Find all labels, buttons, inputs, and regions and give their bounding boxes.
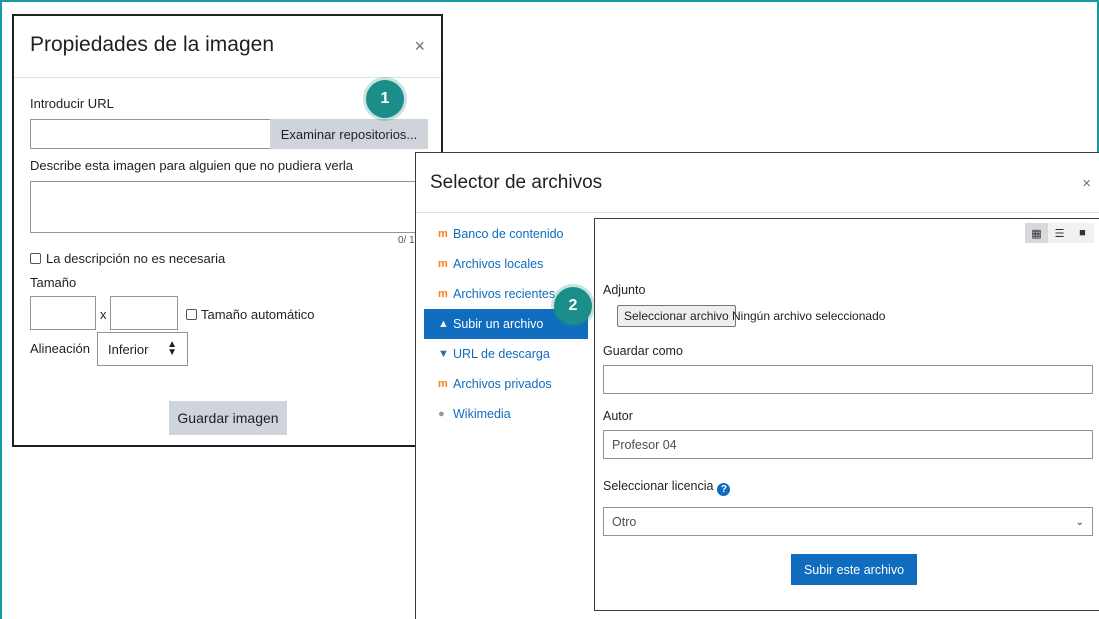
size-separator: x <box>100 307 107 322</box>
size-label: Tamaño <box>30 275 77 290</box>
url-input[interactable] <box>30 119 272 149</box>
license-select-value: Otro <box>612 514 637 529</box>
repo-label: Archivos locales <box>453 257 544 271</box>
attachment-label: Adjunto <box>603 283 646 297</box>
moodle-icon: m <box>438 258 448 270</box>
save-as-label: Guardar como <box>603 344 683 358</box>
repo-wikimedia[interactable]: ● Wikimedia <box>424 399 588 429</box>
save-image-button[interactable]: Guardar imagen <box>169 401 287 435</box>
moodle-icon: m <box>438 288 448 300</box>
upload-icon: ▲ <box>438 318 449 330</box>
choose-file-button[interactable]: Seleccionar archivo <box>617 305 736 327</box>
author-label: Autor <box>603 409 633 423</box>
moodle-icon: m <box>438 228 448 240</box>
folder-view-icon[interactable]: ■ <box>1071 223 1094 243</box>
list-view-icon[interactable]: ☰ <box>1048 223 1071 243</box>
author-input[interactable]: Profesor 04 <box>603 430 1093 459</box>
save-as-input[interactable] <box>603 365 1093 394</box>
step-badge-2: 2 <box>554 287 592 325</box>
repo-url-download[interactable]: ▼ URL de descarga <box>424 339 588 369</box>
moodle-icon: m <box>438 378 448 390</box>
description-not-needed-label: La descripción no es necesaria <box>46 251 226 266</box>
repo-label: Archivos recientes <box>453 287 556 301</box>
grid-view-icon[interactable]: ▦ <box>1025 223 1048 243</box>
alignment-select-value: Inferior <box>108 341 149 357</box>
upload-file-button[interactable]: Subir este archivo <box>791 554 917 585</box>
dialog-title: Propiedades de la imagen <box>30 33 275 56</box>
alignment-select[interactable]: Inferior ▲ ▼ <box>97 332 188 366</box>
close-icon[interactable]: × <box>414 36 425 57</box>
no-file-selected-text: Ningún archivo seleccionado <box>732 309 886 323</box>
select-arrows-icon: ▲ ▼ <box>167 339 177 358</box>
repo-content-bank[interactable]: m Banco de contenido <box>424 219 588 249</box>
help-icon[interactable]: ? <box>717 483 731 496</box>
width-input[interactable] <box>30 296 96 330</box>
view-switcher: ▦ ☰ ■ <box>1025 223 1094 243</box>
auto-size-label: Tamaño automático <box>201 307 315 322</box>
description-label: Describe esta imagen para alguien que no… <box>30 158 354 173</box>
file-picker-dialog: Selector de archivos × m Banco de conteni… <box>415 152 1099 619</box>
close-icon[interactable]: × <box>1082 175 1091 192</box>
description-counter: 0/ 1 <box>398 235 415 246</box>
file-picker-title: Selector de archivos <box>430 172 603 193</box>
repo-private-files[interactable]: m Archivos privados <box>424 369 588 399</box>
license-label-text: Seleccionar licencia <box>603 479 714 493</box>
license-select[interactable]: Otro ⌄ <box>603 507 1093 536</box>
repo-label: Archivos privados <box>453 377 552 391</box>
wikimedia-icon: ● <box>438 408 445 420</box>
chevron-down-icon: ⌄ <box>1075 517 1084 528</box>
download-icon: ▼ <box>438 348 449 360</box>
repo-label: Banco de contenido <box>453 227 564 241</box>
license-label: Seleccionar licencia? <box>603 479 731 496</box>
height-input[interactable] <box>110 296 178 330</box>
url-label: Introducir URL <box>30 96 114 111</box>
repo-label: Wikimedia <box>453 407 511 421</box>
file-picker-header: Selector de archivos × <box>416 153 1099 213</box>
image-properties-dialog: Propiedades de la imagen × Introducir UR… <box>12 14 443 447</box>
repo-label: URL de descarga <box>453 347 550 361</box>
description-textarea[interactable] <box>30 181 443 233</box>
auto-size-checkbox[interactable] <box>186 309 197 320</box>
repo-label: Subir un archivo <box>453 317 544 331</box>
repo-local-files[interactable]: m Archivos locales <box>424 249 588 279</box>
upload-panel: ▦ ☰ ■ Adjunto Seleccionar archivo Ningún… <box>594 218 1099 611</box>
alignment-label: Alineación <box>30 341 90 356</box>
dialog-header: Propiedades de la imagen × <box>14 16 441 78</box>
browse-repositories-button[interactable]: Examinar repositorios... <box>270 119 428 149</box>
step-badge-1: 1 <box>366 80 404 118</box>
description-not-needed-checkbox[interactable] <box>30 253 41 264</box>
